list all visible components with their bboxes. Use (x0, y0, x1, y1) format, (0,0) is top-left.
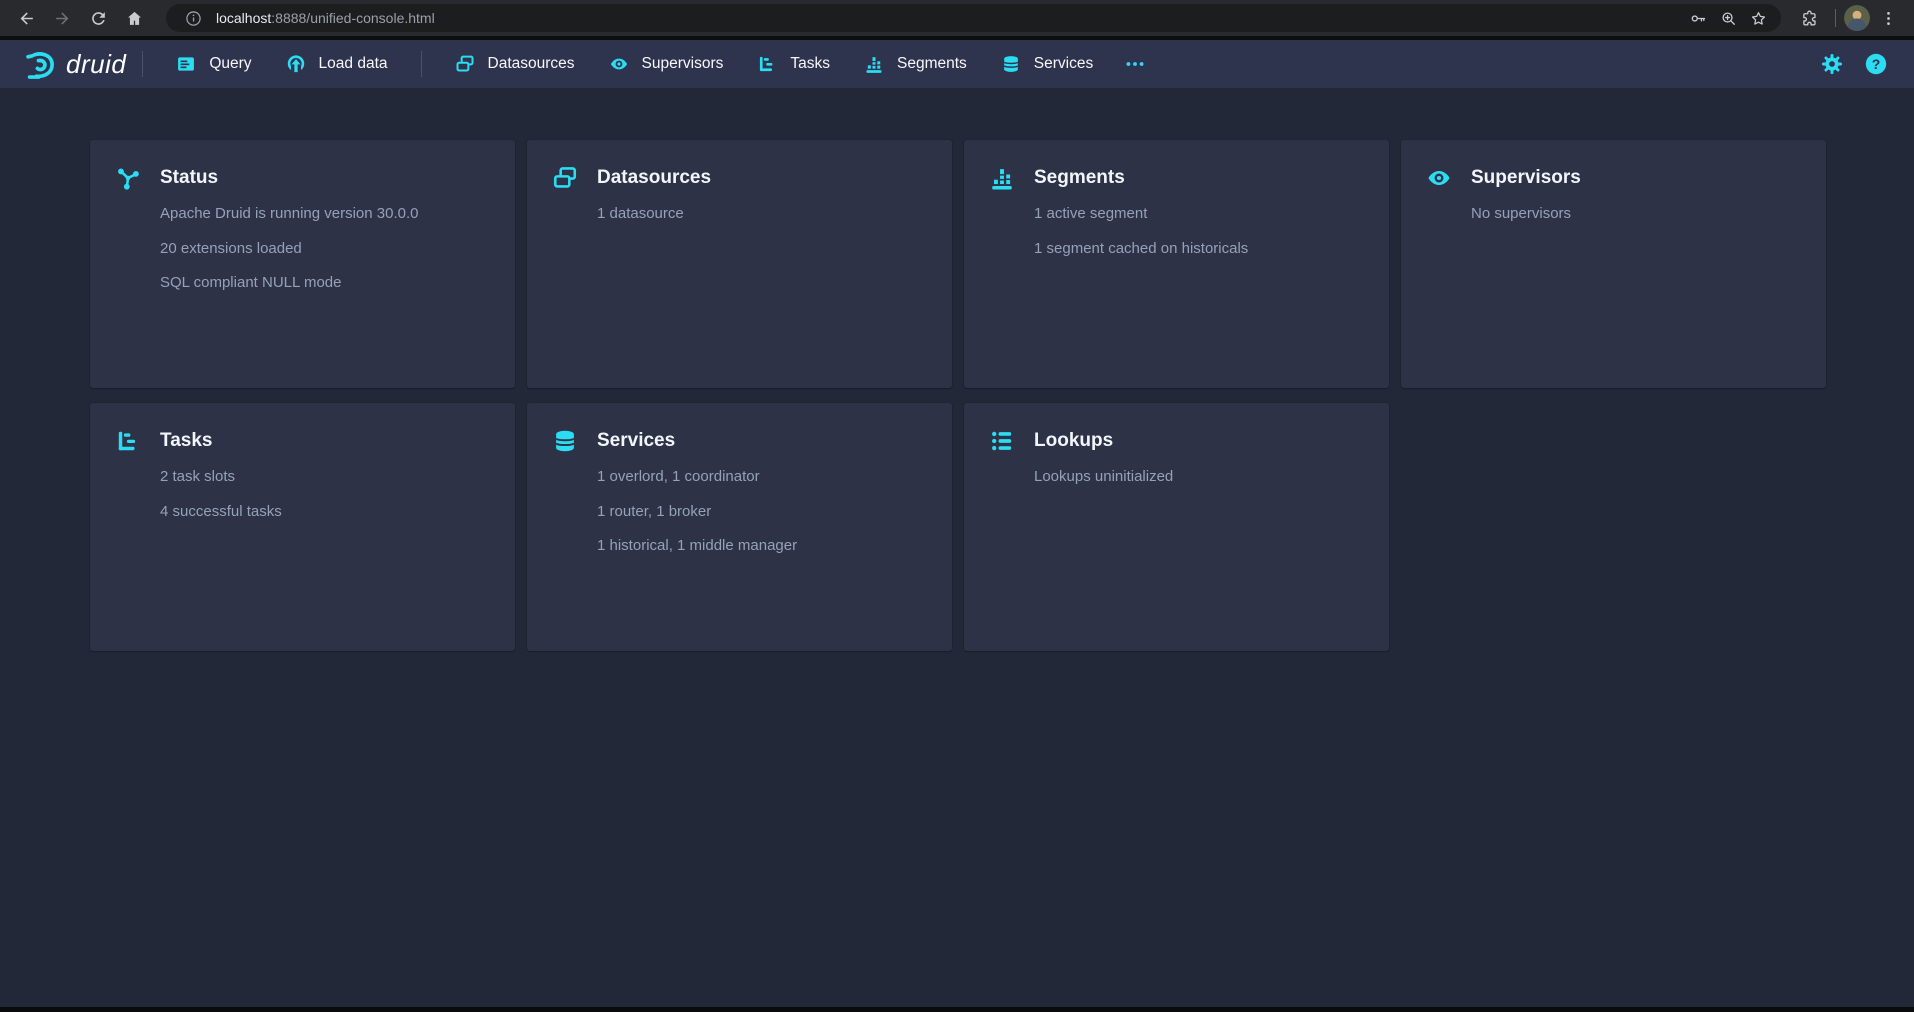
reload-icon[interactable] (83, 3, 113, 33)
load-data-icon (286, 54, 306, 74)
card-line: 1 segment cached on historicals (1034, 238, 1364, 259)
nav-item-datasources[interactable]: Datasources (438, 40, 592, 88)
card-line: 1 historical, 1 middle manager (597, 535, 927, 556)
gantt-icon (115, 428, 141, 454)
card-lookups[interactable]: Lookups Lookups uninitialized (964, 403, 1389, 651)
card-line: Lookups uninitialized (1034, 466, 1364, 487)
card-supervisors[interactable]: Supervisors No supervisors (1401, 140, 1826, 388)
key-icon[interactable] (1685, 5, 1711, 31)
more-ellipsis-icon[interactable] (1110, 40, 1160, 88)
nav-label: Tasks (790, 55, 830, 73)
card-tasks[interactable]: Tasks 2 task slots 4 successful tasks (90, 403, 515, 651)
card-line: 4 successful tasks (160, 501, 490, 522)
address-bar[interactable]: localhost:8888/unified-console.html (166, 4, 1781, 32)
toolbar-right (1791, 3, 1906, 33)
card-line: 1 overlord, 1 coordinator (597, 466, 927, 487)
help-icon[interactable]: ? (1864, 52, 1888, 76)
star-icon[interactable] (1745, 5, 1771, 31)
card-line: 1 router, 1 broker (597, 501, 927, 522)
navbar-separator (421, 51, 422, 77)
toolbar-separator (1835, 9, 1836, 27)
card-title: Lookups (1034, 430, 1113, 452)
card-title: Segments (1034, 167, 1125, 189)
navbar-separator (142, 51, 143, 77)
card-line: 20 extensions loaded (160, 238, 490, 259)
card-services[interactable]: Services 1 overlord, 1 coordinator 1 rou… (527, 403, 952, 651)
card-title: Supervisors (1471, 167, 1581, 189)
nav-item-segments[interactable]: Segments (847, 40, 984, 88)
card-line: No supervisors (1471, 203, 1801, 224)
window-bottom-edge (0, 1007, 1914, 1012)
card-line: 1 active segment (1034, 203, 1364, 224)
nav-label: Segments (897, 55, 967, 73)
card-line: 2 task slots (160, 466, 490, 487)
properties-icon (989, 428, 1015, 454)
card-title: Services (597, 430, 675, 452)
avatar[interactable] (1844, 5, 1870, 31)
svg-text:?: ? (1872, 56, 1881, 72)
card-segments[interactable]: Segments 1 active segment 1 segment cach… (964, 140, 1389, 388)
card-status[interactable]: Status Apache Druid is running version 3… (90, 140, 515, 388)
card-title: Datasources (597, 167, 711, 189)
extensions-icon[interactable] (1794, 3, 1824, 33)
gear-icon[interactable] (1820, 52, 1844, 76)
nav-label: Supervisors (642, 55, 724, 73)
status-graph-icon (115, 165, 141, 191)
card-line: SQL compliant NULL mode (160, 272, 490, 293)
nav-item-supervisors[interactable]: Supervisors (592, 40, 741, 88)
home-grid: Status Apache Druid is running version 3… (90, 140, 1826, 651)
nav-item-query[interactable]: Query (159, 40, 268, 88)
eye-icon (609, 54, 629, 74)
card-title: Status (160, 167, 218, 189)
datasources-icon (552, 165, 578, 191)
datasources-icon (455, 54, 475, 74)
card-datasources[interactable]: Datasources 1 datasource (527, 140, 952, 388)
home-icon[interactable] (119, 3, 149, 33)
druid-navbar: druid Query Load data (0, 40, 1914, 88)
druid-logo-icon (22, 47, 59, 81)
info-icon[interactable] (180, 5, 206, 31)
nav-label: Datasources (488, 55, 575, 73)
card-title: Tasks (160, 430, 212, 452)
navbar-right: ? (1820, 52, 1888, 76)
card-line: Apache Druid is running version 30.0.0 (160, 203, 490, 224)
url-text[interactable]: localhost:8888/unified-console.html (216, 10, 1681, 26)
zoom-in-icon[interactable] (1715, 5, 1741, 31)
nav-item-tasks[interactable]: Tasks (740, 40, 847, 88)
nav-item-services[interactable]: Services (984, 40, 1110, 88)
forward-icon[interactable] (47, 3, 77, 33)
gantt-icon (757, 54, 777, 74)
card-line: 1 datasource (597, 203, 927, 224)
bar-chart-icon (989, 165, 1015, 191)
nav-item-load-data[interactable]: Load data (269, 40, 405, 88)
database-icon (1001, 54, 1021, 74)
nav-label: Load data (319, 55, 388, 73)
query-icon (176, 54, 196, 74)
database-icon (552, 428, 578, 454)
eye-icon (1426, 165, 1452, 191)
bar-chart-icon (864, 54, 884, 74)
nav-label: Services (1034, 55, 1093, 73)
nav-label: Query (209, 55, 251, 73)
logo-text: druid (66, 49, 126, 80)
menu-icon[interactable] (1873, 3, 1903, 33)
back-icon[interactable] (11, 3, 41, 33)
druid-logo[interactable]: druid (22, 47, 126, 81)
browser-toolbar: localhost:8888/unified-console.html (0, 0, 1914, 36)
